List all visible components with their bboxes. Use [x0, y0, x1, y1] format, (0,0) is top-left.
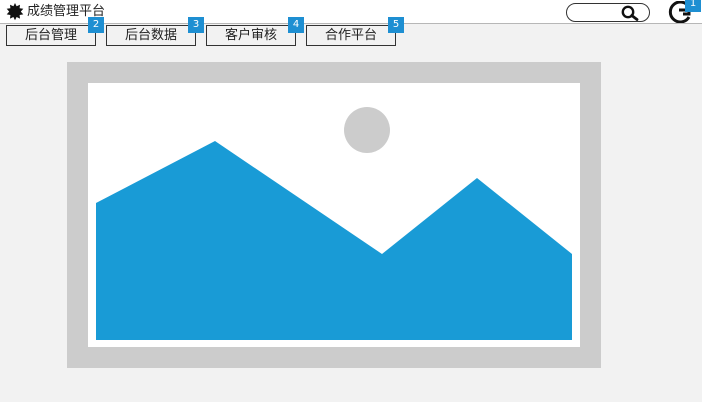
search-input[interactable]	[566, 3, 650, 22]
nav-badge-4: 4	[288, 17, 304, 33]
top-bar: 成绩管理平台	[0, 0, 702, 24]
image-placeholder-frame	[67, 62, 601, 368]
nav-badge-2: 2	[88, 17, 104, 33]
nav-badge-5: 5	[388, 17, 404, 33]
user-badge: 1	[685, 0, 701, 12]
mountain-shape	[96, 141, 572, 340]
nav-tab-partner-platform[interactable]: 合作平台	[306, 25, 396, 46]
image-placeholder-icon	[96, 107, 572, 340]
nav-tab-backend-management[interactable]: 后台管理	[6, 25, 96, 46]
search-icon[interactable]	[619, 5, 641, 21]
nav-tab-backend-data[interactable]: 后台数据	[106, 25, 196, 46]
gear-burst-icon	[6, 3, 24, 21]
nav-tab-customer-review[interactable]: 客户审核	[206, 25, 296, 46]
sun-shape	[344, 107, 390, 153]
nav-badge-3: 3	[188, 17, 204, 33]
image-placeholder	[88, 83, 580, 347]
